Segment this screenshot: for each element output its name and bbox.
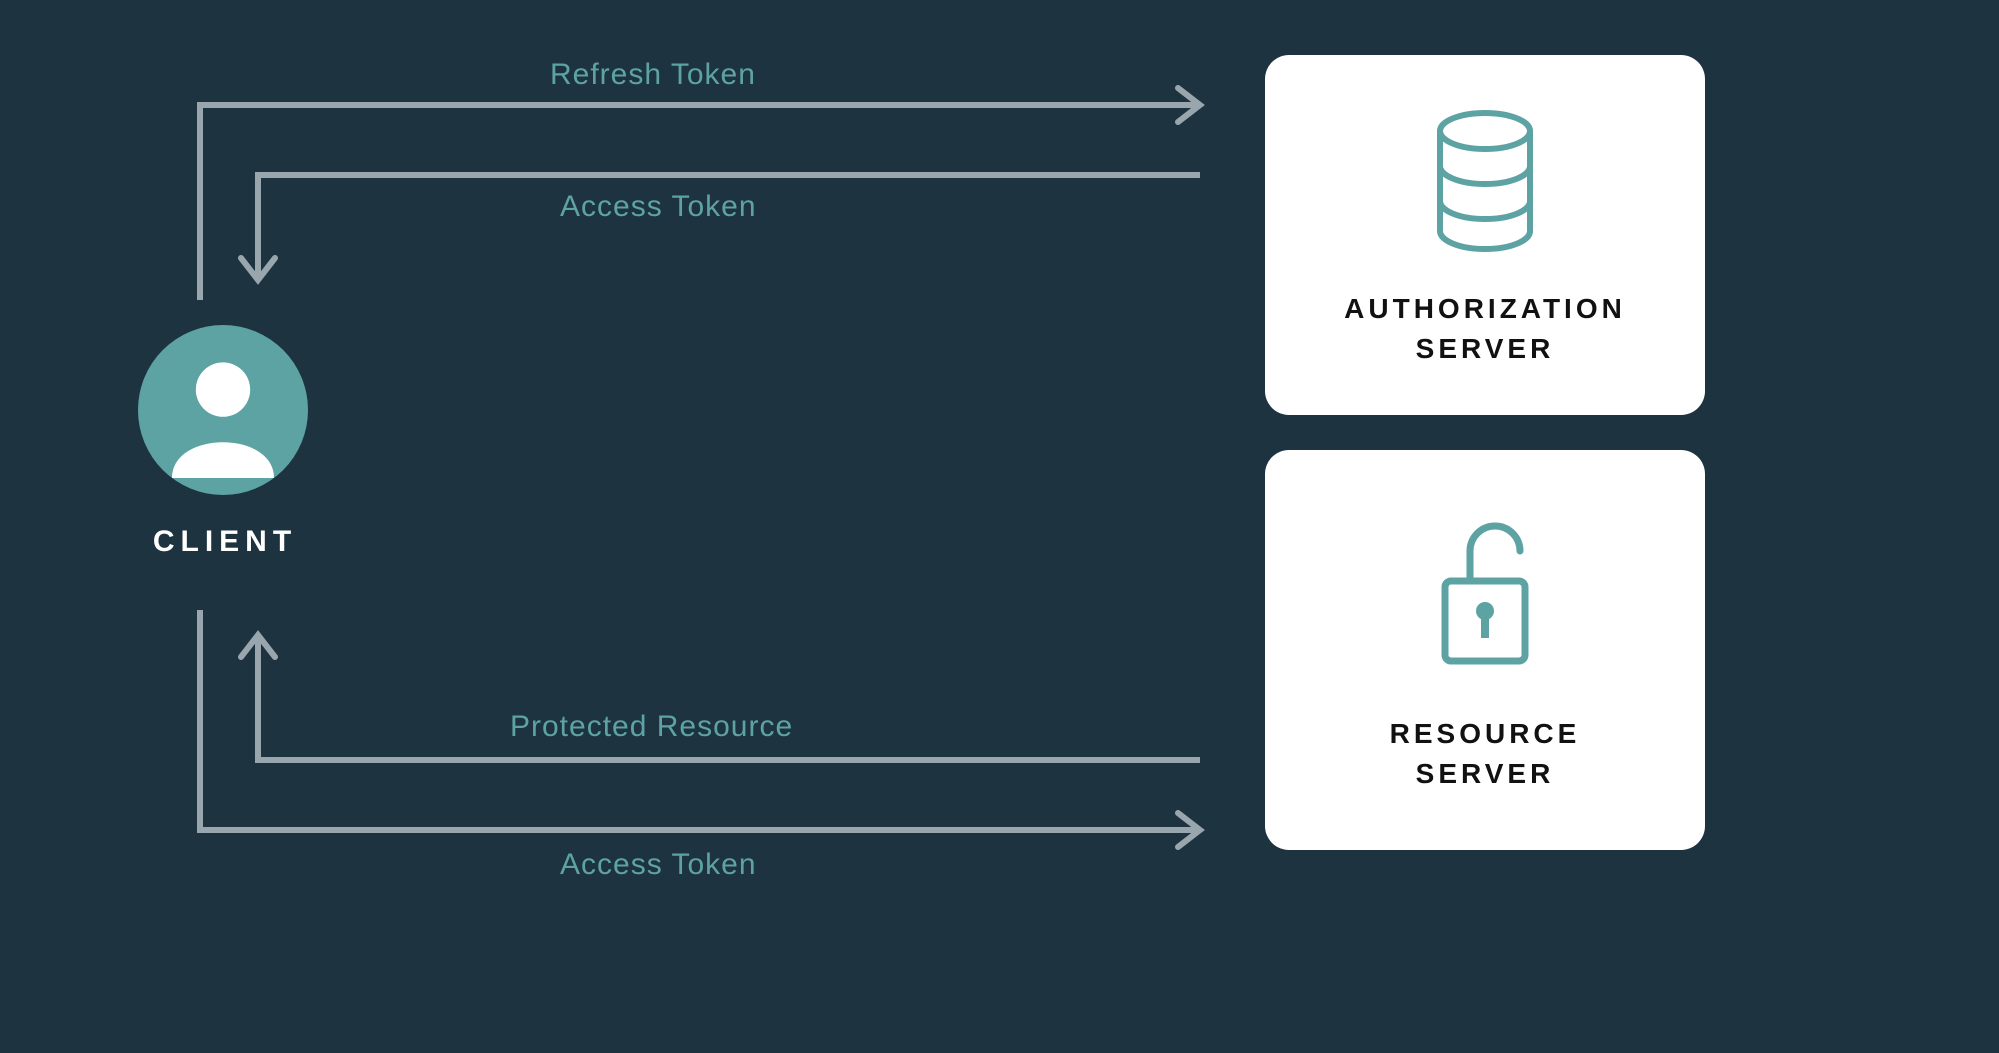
- label-access-token-auth: Access Token: [560, 190, 757, 224]
- diagram-stage: CLIENT AUTHORIZATION SERVER RE: [0, 0, 1999, 1053]
- title-line: SERVER: [1390, 754, 1581, 793]
- resource-server-card: RESOURCE SERVER: [1265, 450, 1705, 850]
- resource-server-title: RESOURCE SERVER: [1390, 714, 1581, 792]
- unlock-icon: [1425, 511, 1545, 686]
- label-protected-resource: Protected Resource: [510, 710, 793, 744]
- user-circle-icon: [138, 482, 308, 499]
- title-line: RESOURCE: [1390, 714, 1581, 753]
- label-refresh-token: Refresh Token: [550, 58, 756, 92]
- database-icon: [1425, 106, 1545, 261]
- authorization-server-card: AUTHORIZATION SERVER: [1265, 55, 1705, 415]
- client-avatar: [138, 325, 308, 495]
- authorization-server-title: AUTHORIZATION SERVER: [1344, 289, 1626, 367]
- label-access-token-res: Access Token: [560, 848, 757, 882]
- title-line: SERVER: [1344, 329, 1626, 368]
- title-line: AUTHORIZATION: [1344, 289, 1626, 328]
- client-label: CLIENT: [110, 525, 340, 559]
